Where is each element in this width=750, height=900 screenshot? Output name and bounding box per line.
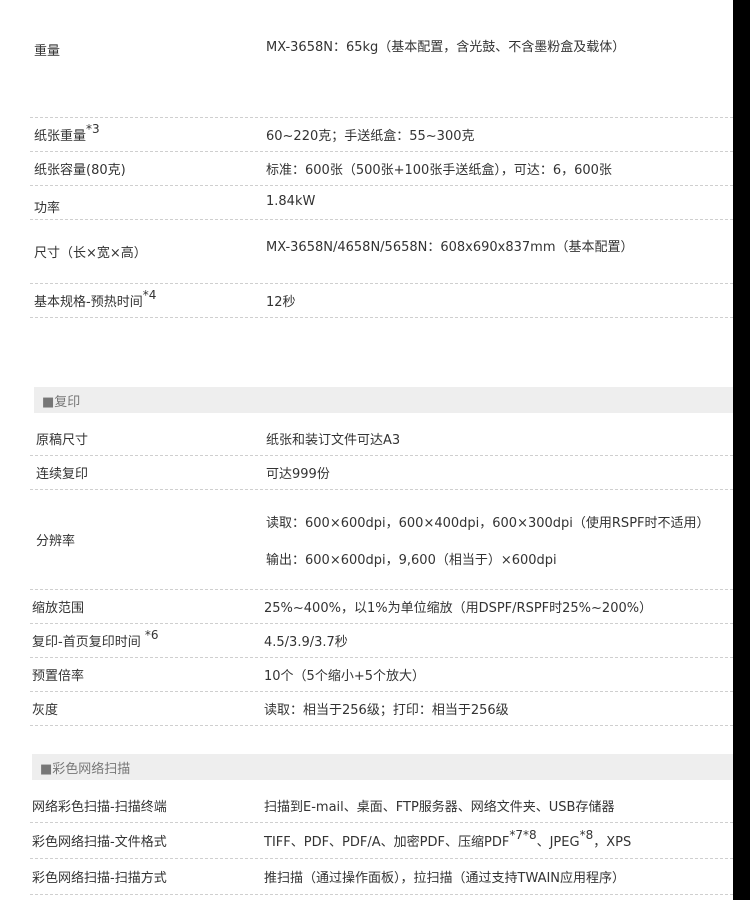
spec-label: 纸张重量 *3 (34, 118, 100, 151)
spec-sheet: 重量 MX-3658N：65kg（基本配置，含光鼓、不含墨粉盒及载体） 纸张重量… (0, 0, 733, 900)
spec-value: TIFF、PDF、PDF/A、加密PDF、压缩PDF *7*8 、JPEG *8 ，XP… (264, 823, 631, 858)
spec-value: MX-3658N：65kg（基本配置，含光鼓、不含墨粉盒及载体） (266, 40, 626, 55)
resolution-read: 读取：600×600dpi，600×400dpi，600×300dpi（使用RS… (266, 515, 710, 531)
footnote-mark: *8 (579, 827, 594, 842)
spec-value: MX-3658N/4658N/5658N：608x690x837mm（基本配置） (266, 240, 634, 255)
spec-label: 分辨率 (36, 534, 76, 549)
spec-value: 推扫描（通过操作面板），拉扫描（通过支持TWAIN应用程序） (264, 871, 626, 886)
spec-label: 灰度 (32, 703, 59, 718)
spec-value: 10个（5个缩小+5个放大） (264, 669, 425, 684)
spec-value: 扫描到E-mail、桌面、FTP服务器、网络文件夹、USB存储器 (264, 800, 615, 815)
spec-label: 复印-首页复印时间 *6 (32, 624, 158, 657)
spec-value: 60~220克；手送纸盒：55~300克 (266, 129, 475, 144)
spec-value: 4.5/3.9/3.7秒 (264, 635, 348, 650)
spec-label-text: 纸张重量 (34, 129, 87, 144)
spec-row-power: 功率 1.84kW (30, 186, 733, 220)
format-part: 、JPEG (536, 835, 580, 850)
section-header-scan: ■彩色网络扫描 (32, 754, 733, 780)
spec-row-warmup: 基本规格-预热时间 *4 12秒 (30, 284, 733, 318)
spec-label-text: 基本规格-预热时间 (34, 295, 143, 310)
section-header-copy: ■复印 (34, 387, 733, 413)
footnote-mark: *4 (142, 287, 157, 302)
format-part: TIFF、PDF、PDF/A、加密PDF、压缩PDF (264, 835, 510, 850)
spec-label: 彩色网络扫描-文件格式 (32, 835, 167, 850)
footnote-mark: *7*8 (509, 827, 537, 842)
spec-value: 读取：相当于256级；打印：相当于256级 (264, 703, 509, 718)
spec-label: 缩放范围 (32, 601, 85, 616)
spec-row-grayscale: 灰度 读取：相当于256级；打印：相当于256级 (30, 692, 733, 726)
spec-label: 原稿尺寸 (36, 433, 89, 448)
spec-label: 基本规格-预热时间 *4 (34, 284, 156, 317)
spec-label: 预置倍率 (32, 669, 85, 684)
spec-value: 1.84kW (266, 194, 316, 209)
spec-value-lines: 读取：600×600dpi，600×400dpi，600×300dpi（使用RS… (266, 490, 710, 589)
spec-value: 标准：600张（500张+100张手送纸盒），可达：6，600张 (266, 163, 612, 178)
format-part: ，XPS (593, 835, 632, 850)
spec-row-paper-capacity: 纸张容量(80克) 标准：600张（500张+100张手送纸盒），可达：6，60… (30, 152, 733, 186)
spec-label: 功率 (34, 201, 61, 216)
spec-row-paper-weight: 纸张重量 *3 60~220克；手送纸盒：55~300克 (30, 118, 733, 152)
spec-label: 连续复印 (36, 467, 89, 482)
spec-value: 可达999份 (266, 467, 330, 482)
spec-label: 网络彩色扫描-扫描终端 (32, 800, 167, 815)
spec-label: 彩色网络扫描-扫描方式 (32, 871, 167, 886)
spec-row-first-copy-time: 复印-首页复印时间 *6 4.5/3.9/3.7秒 (30, 624, 733, 658)
spec-row-original-size: 原稿尺寸 纸张和装订文件可达A3 (30, 422, 733, 456)
footnote-mark: *3 (86, 121, 100, 136)
spec-label: 尺寸（长×宽×高） (34, 246, 147, 261)
spec-row-scan-method: 彩色网络扫描-扫描方式 推扫描（通过操作面板），拉扫描（通过支持TWAIN应用程… (30, 859, 733, 895)
spec-row-zoom-range: 缩放范围 25%~400%，以1%为单位缩放（用DSPF/RSPF时25%~20… (30, 590, 733, 624)
footnote-mark: *6 (144, 627, 159, 642)
spec-value: 纸张和装订文件可达A3 (266, 433, 401, 448)
spec-label: 纸张容量(80克) (34, 163, 126, 178)
spec-value: 12秒 (266, 295, 296, 310)
spec-row-dimensions: 尺寸（长×宽×高） MX-3658N/4658N/5658N：608x690x8… (30, 220, 733, 284)
spec-row-preset-ratio: 预置倍率 10个（5个缩小+5个放大） (30, 658, 733, 692)
spec-row-weight: 重量 MX-3658N：65kg（基本配置，含光鼓、不含墨粉盒及载体） (30, 30, 733, 118)
spec-label: 重量 (34, 44, 61, 59)
spec-row-scan-format: 彩色网络扫描-文件格式 TIFF、PDF、PDF/A、加密PDF、压缩PDF *7… (30, 823, 733, 859)
spec-row-continuous-copy: 连续复印 可达999份 (30, 456, 733, 490)
spec-row-scan-destination: 网络彩色扫描-扫描终端 扫描到E-mail、桌面、FTP服务器、网络文件夹、US… (30, 789, 733, 823)
spec-row-resolution: 分辨率 读取：600×600dpi，600×400dpi，600×300dpi（… (30, 490, 733, 590)
spec-value: 25%~400%，以1%为单位缩放（用DSPF/RSPF时25%~200%） (264, 601, 653, 616)
spec-label-text: 复印-首页复印时间 (32, 635, 141, 650)
resolution-output: 输出：600×600dpi，9,600（相当于）×600dpi (266, 552, 557, 568)
